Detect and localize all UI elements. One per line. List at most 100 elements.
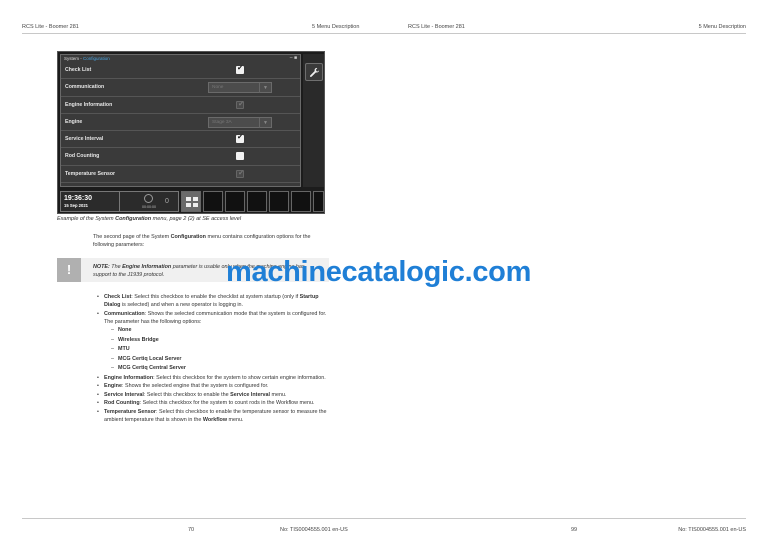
option-label: MCG Certiq Central Server xyxy=(118,365,187,372)
function-key-4[interactable] xyxy=(269,191,289,212)
setting-checkbox[interactable]: ✔ xyxy=(236,65,244,74)
item-term: Temperature Sensor xyxy=(104,409,157,416)
item-term: Communication xyxy=(104,310,145,317)
item-term: Engine xyxy=(104,383,122,390)
dropdown-value: Stage 3A xyxy=(212,119,232,125)
figure-caption: Example of the System Configuration menu… xyxy=(57,216,241,222)
setting-dropdown: Stage 3A ▼ xyxy=(208,116,272,128)
grid-icon xyxy=(186,197,198,207)
bullet-icon: • xyxy=(97,391,99,398)
function-key-5[interactable] xyxy=(291,191,311,212)
checkmark-icon: ✔ xyxy=(237,65,243,72)
item-term: Rod Counting xyxy=(104,400,140,407)
setting-checkbox[interactable]: ✔ xyxy=(236,134,244,144)
bullet-icon: • xyxy=(97,383,99,390)
footer-divider xyxy=(22,518,746,519)
configuration-panel: System - Configuration – ■ Check List ✔ Co… xyxy=(60,54,301,187)
item-term-inline: Service Interval xyxy=(230,391,271,398)
counter-time: 00:00:00 xyxy=(142,205,156,209)
setting-dropdown: None ▼ xyxy=(208,82,272,94)
intro-paragraph: The second page of the System Configurat… xyxy=(93,233,329,249)
footer-page-left: 70 xyxy=(188,527,195,533)
item-term: Service Interval xyxy=(104,391,144,398)
setting-row: Check List ✔ xyxy=(61,62,300,80)
intro-text: The second page of the System xyxy=(93,234,171,240)
rod-icon xyxy=(144,194,153,203)
bullet-icon: • xyxy=(97,374,99,381)
footer-page-right: 99 xyxy=(571,527,578,533)
list-item: • Engine Information: Select this checkbo… xyxy=(97,374,329,382)
setting-row: Communication None ▼ xyxy=(61,79,300,97)
menu-grid-button[interactable] xyxy=(181,191,201,212)
dash-icon: – xyxy=(111,365,114,372)
tools-button[interactable] xyxy=(305,63,323,81)
item-text-end: menu. xyxy=(270,391,287,398)
function-key-6[interactable] xyxy=(313,191,324,212)
note-label: NOTE: xyxy=(93,264,110,270)
window-controls[interactable]: – ■ xyxy=(290,55,297,62)
counter-display[interactable]: 00:00:00 0 xyxy=(119,191,179,212)
footer-doc-number-left: No: TIS0004555.001 en-US xyxy=(280,527,348,533)
sub-list-item: – None xyxy=(97,326,329,334)
watermark: machinecatalogic.com xyxy=(226,256,532,288)
bullet-icon: • xyxy=(97,310,99,317)
dash-icon: – xyxy=(111,346,114,353)
setting-checkbox: ✔ xyxy=(236,169,244,178)
panel-title: System - Configuration – ■ xyxy=(61,55,300,62)
option-label: Wireless Bridge xyxy=(118,336,159,343)
clock-time: 19:36:30 xyxy=(64,195,93,202)
status-bar: 19:36:30 15 Sep 2021 00:00:00 0 xyxy=(60,191,324,212)
setting-label: Communication xyxy=(65,84,105,91)
sub-list-item: – Wireless Bridge xyxy=(97,336,329,344)
function-key-1[interactable] xyxy=(203,191,223,212)
setting-label: Engine xyxy=(65,118,83,125)
breadcrumb-system[interactable]: System xyxy=(64,56,79,61)
chevron-down-icon: ▼ xyxy=(259,117,271,128)
dropdown-value: None xyxy=(212,85,224,91)
list-item: • Temperature Sensor: Select this checkbo… xyxy=(97,408,329,424)
setting-checkbox[interactable] xyxy=(236,152,244,161)
chevron-down-icon: ▼ xyxy=(259,83,271,94)
header-chapter-right: 5 Menu Description xyxy=(698,24,746,30)
exclamation-icon: ! xyxy=(57,258,81,282)
function-key-2[interactable] xyxy=(225,191,245,212)
dash-icon: – xyxy=(111,336,114,343)
setting-row: Temperature Sensor ✔ xyxy=(61,166,300,184)
note-pre: The xyxy=(109,264,123,270)
footer-doc-number-right: No: TIS0004555.001 en-US xyxy=(678,527,746,533)
item-text-end: menu. xyxy=(227,417,244,424)
sub-list-item: – MCG Certiq Central Server xyxy=(97,364,329,372)
list-item: • Communication: Shows the selected commu… xyxy=(97,310,329,326)
clock-display: 19:36:30 15 Sep 2021 xyxy=(60,191,120,212)
bullet-icon: • xyxy=(97,409,99,416)
item-text: : Select this checkbox to enable the che… xyxy=(131,294,300,300)
option-label: MCG Certiq Local Server xyxy=(118,355,182,362)
bullet-icon: • xyxy=(97,400,99,407)
setting-row: Service Interval ✔ xyxy=(61,131,300,149)
intro-bold: Configuration xyxy=(170,234,206,240)
sub-list-item: – MTU xyxy=(97,345,329,353)
item-term: Check List xyxy=(104,294,132,300)
note-bold: Engine Information xyxy=(122,264,172,270)
device-screenshot: System - Configuration – ■ Check List ✔ Co… xyxy=(57,51,325,214)
caption-bold: Configuration xyxy=(115,216,152,222)
caption-text: Example of the System xyxy=(57,216,116,222)
checkmark-icon: ✔ xyxy=(237,134,243,142)
setting-label: Engine Information xyxy=(65,101,113,108)
list-item: • Check List: Select this checkbox to ena… xyxy=(97,293,329,309)
option-label: None xyxy=(118,327,132,334)
setting-label: Service Interval xyxy=(65,136,104,143)
checkmark-icon: ✔ xyxy=(238,169,244,177)
bullet-icon: • xyxy=(97,294,99,300)
dash-icon: – xyxy=(111,327,114,334)
side-toolbar xyxy=(303,54,324,187)
setting-row: Engine Information ✔ xyxy=(61,97,300,114)
setting-row: Engine Stage 3A ▼ xyxy=(61,114,300,132)
dash-icon: – xyxy=(111,355,114,362)
item-text: : Select this checkbox for the system to… xyxy=(153,374,326,381)
function-key-3[interactable] xyxy=(247,191,267,212)
item-term: Engine Information xyxy=(104,374,154,381)
counter-value: 0 xyxy=(165,198,169,205)
settings-list: Check List ✔ Communication None ▼ Engine Info… xyxy=(61,62,300,184)
list-item: • Engine: Shows the selected engine that … xyxy=(97,382,329,390)
